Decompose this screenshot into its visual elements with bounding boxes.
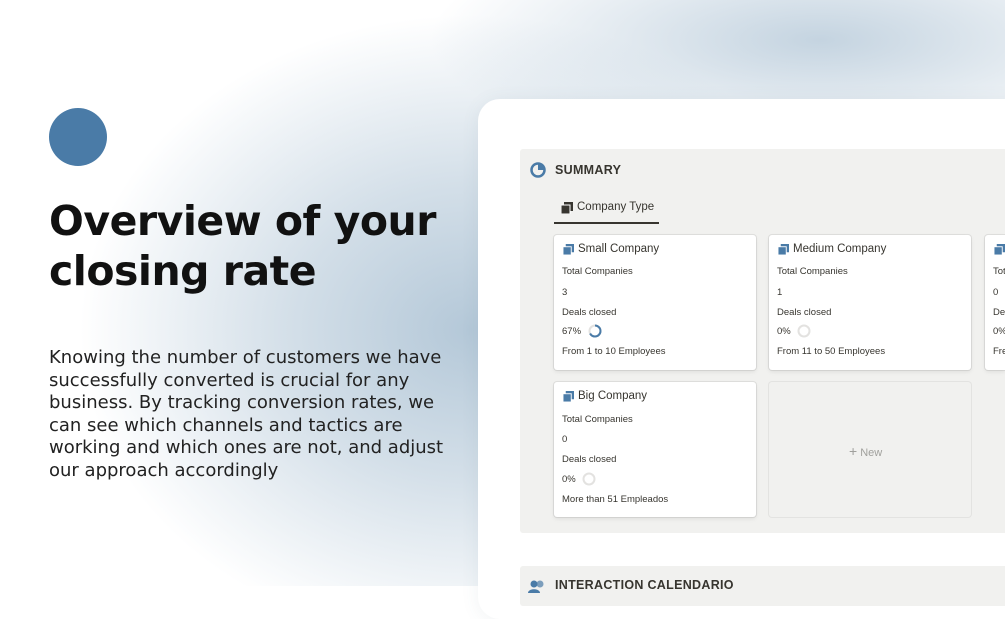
progress-ring-icon [797,324,811,338]
title-line-2: closing rate [49,247,317,295]
total-value: 0 [562,434,568,445]
plus-icon: + [849,443,858,459]
progress-ring-icon [588,324,602,338]
new-button-label: + New [849,443,883,459]
progress-ring-icon [582,472,596,486]
employee-range: From 1 to 10 Employees [562,346,666,357]
users-icon [528,580,544,593]
cards-icon [563,244,574,255]
card-title: Big Company [578,390,648,402]
card-title: Medium Company [793,243,887,255]
card-small-company[interactable]: Small Company Total Companies 3 Deals cl… [554,235,756,370]
summary-title: SUMMARY [555,163,622,177]
employee-range: More than 51 Empleados [562,494,669,505]
total-label: Total Companies [777,266,848,277]
total-value: 3 [562,287,568,298]
tab-company-type[interactable]: Company Type [554,196,659,224]
deals-percent: 0% [777,326,791,337]
deals-label: Deals closed [562,307,617,318]
tab-label: Company Type [577,201,655,213]
cards-icon [994,244,1005,255]
card-large-company[interactable]: Tot 0 De 0% Fre [985,235,1005,370]
deals-label: Deals closed [777,307,832,318]
deals-percent: 67% [562,326,582,337]
pie-chart-icon [530,162,546,178]
total-label: Total Companies [562,414,633,425]
page-title: Overview of your closing rate [49,196,459,296]
card-big-company[interactable]: Big Company Total Companies 0 Deals clos… [554,382,756,517]
deals-percent: 0% [993,326,1005,337]
deals-label: De [993,307,1005,318]
employee-range: From 11 to 50 Employees [777,346,886,357]
title-line-1: Overview of your [49,197,436,245]
cards-icon [778,244,789,255]
page-description: Knowing the number of customers we have … [49,347,444,481]
employee-range: Fre [993,346,1005,357]
calendar-title: INTERACTION CALENDARIO [555,578,734,592]
total-label: Total Companies [562,266,633,277]
total-value: 1 [777,287,783,298]
deals-percent: 0% [562,474,576,485]
card-medium-company[interactable]: Medium Company Total Companies 1 Deals c… [769,235,971,370]
total-value: 0 [993,287,999,298]
accent-circle-icon [49,108,107,166]
cards-icon [563,391,574,402]
new-card-button[interactable]: + New [769,382,971,517]
total-label: Tot [993,266,1005,277]
card-title: Small Company [578,243,660,255]
deals-label: Deals closed [562,454,617,465]
cards-icon [561,202,573,214]
